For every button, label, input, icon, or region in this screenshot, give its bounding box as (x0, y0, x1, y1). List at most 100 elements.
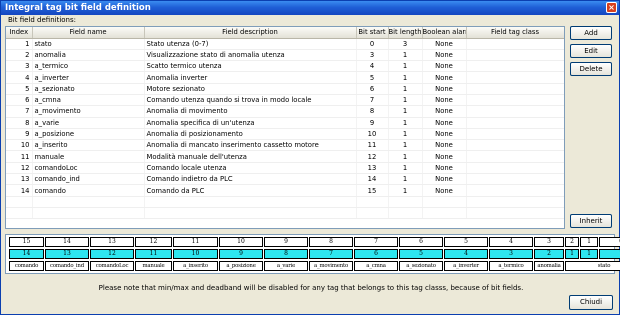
header-field-name[interactable]: Field name (32, 27, 145, 39)
bit-number-cell: 10 (219, 237, 263, 247)
row-field-tag-class (466, 60, 564, 73)
row-bit-length: 1 (388, 139, 423, 152)
bit-index-cell: 3 (489, 249, 533, 259)
row-index: 4 (6, 71, 33, 84)
bit-number-cell: 7 (354, 237, 398, 247)
close-button[interactable]: Chiudi (569, 295, 613, 310)
row-field-name: a_posizione (32, 128, 145, 141)
bit-layout-panel: 1514131211109876543210 14131211109876543… (5, 234, 620, 274)
header-index[interactable]: Index (6, 27, 33, 39)
header-bit-start[interactable]: Bit start (356, 27, 389, 39)
bit-index-cell: 5 (399, 249, 443, 259)
bit-number-cell: 1 (580, 237, 598, 247)
row-bit-length: 1 (388, 71, 423, 84)
bit-number-cell: 15 (9, 237, 44, 247)
bit-field-dialog: Integral tag bit field definition × Bit … (0, 0, 620, 315)
row-index: 3 (6, 60, 33, 73)
row-field-tag-class (466, 139, 564, 152)
row-bit-start: 8 (356, 105, 389, 118)
header-bit-length[interactable]: Bit length (388, 27, 423, 39)
row-bit-length: 1 (388, 184, 423, 197)
header-boolean-alarm[interactable]: Boolean alarm (422, 27, 467, 39)
row-boolean-alarm: None (422, 117, 467, 129)
row-index: 9 (6, 128, 33, 141)
row-index: 8 (6, 117, 33, 129)
table-row[interactable]: 13 comando_ind Comando indietro da PLC 14 1 N… (6, 173, 564, 186)
bit-index-cell: 12 (90, 249, 134, 259)
table-row[interactable]: 11 manuale Modalità manuale dell'utenza 12 1… (6, 150, 564, 163)
row-index: 14 (6, 184, 33, 197)
row-boolean-alarm: None (422, 162, 467, 175)
row-boolean-alarm: None (422, 105, 467, 118)
row-index: 12 (6, 162, 33, 175)
row-field-tag-class (466, 105, 564, 118)
row-boolean-alarm: None (422, 150, 467, 163)
close-icon[interactable]: × (606, 2, 617, 13)
row-field-description: Comando utenza quando si trova in modo l… (144, 94, 357, 107)
bit-index-cell: 14 (9, 249, 44, 259)
bit-name-cell: a_sezionato (399, 261, 443, 271)
table-row[interactable]: 7 a_movimento Anomalia di movimento 8 1 None (6, 105, 564, 118)
row-field-name: a_varie (32, 117, 145, 129)
delete-button[interactable]: Delete (570, 62, 612, 76)
row-bit-length: 1 (388, 150, 423, 163)
row-field-name: manuale (32, 150, 145, 163)
row-bit-start: 10 (356, 128, 389, 141)
bit-index-cell: 2 (534, 249, 564, 259)
row-boolean-alarm: None (422, 173, 467, 186)
table-row[interactable]: 8 a_varie Anomalia specifica di un'utenza 9… (6, 117, 564, 129)
bit-index-cell: 9 (219, 249, 263, 259)
table-row[interactable]: 4 a_inverter Anomalia inverter 5 1 None (6, 71, 564, 84)
table-row[interactable]: 1 stato Stato utenza (0-7) 0 3 None (6, 38, 564, 50)
table-row[interactable]: 9 a_posizione Anomalia di posizionamento 10… (6, 128, 564, 141)
table-row[interactable]: 14 comando Comando da PLC 15 1 None (6, 184, 564, 197)
bit-number-cell: 13 (90, 237, 134, 247)
row-bit-start: 7 (356, 94, 389, 107)
row-index: 2 (6, 49, 33, 62)
bit-name-cell: stato (565, 261, 620, 271)
add-button[interactable]: Add (570, 26, 612, 40)
table-row[interactable]: 12 comandoLoc Comando locale utenza 13 1 None (6, 162, 564, 175)
table-row[interactable]: 5 a_sezionato Motore sezionato 6 1 None (6, 83, 564, 95)
row-bit-length: 3 (388, 38, 423, 50)
bit-name-cell: comandoLoc (90, 261, 134, 271)
row-bit-length: 1 (388, 60, 423, 73)
edit-button[interactable]: Edit (570, 44, 612, 58)
table-header: Index Field name Field description Bit s… (6, 27, 564, 39)
bit-name-cell: anomalia (534, 261, 564, 271)
row-bit-length: 1 (388, 128, 423, 141)
row-field-description: Comando indietro da PLC (144, 173, 357, 186)
inherit-button[interactable]: Inherit (570, 214, 612, 228)
table-row[interactable]: 10 a_inserito Anomalia di mancato inserime… (6, 139, 564, 152)
row-index: 13 (6, 173, 33, 186)
bit-name-cell: a_inverter (444, 261, 488, 271)
bit-number-cell: 5 (444, 237, 488, 247)
bit-number-cell: 12 (135, 237, 172, 247)
row-field-name: a_sezionato (32, 83, 145, 95)
header-field-tag-class[interactable]: Field tag class (466, 27, 564, 39)
row-field-description: Anomalia di mancato inserimento cassetto… (144, 139, 357, 152)
window-title: Integral tag bit field definition (5, 3, 151, 13)
title-bar: Integral tag bit field definition × (1, 1, 619, 15)
header-field-description[interactable]: Field description (144, 27, 357, 39)
row-bit-start: 0 (356, 38, 389, 50)
row-boolean-alarm: None (422, 184, 467, 197)
bit-index-cell: 8 (264, 249, 308, 259)
row-field-tag-class (466, 38, 564, 50)
bit-name-cell: a_termico (489, 261, 533, 271)
row-field-description: Comando locale utenza (144, 162, 357, 175)
row-field-description: Anomalia specifica di un'utenza (144, 117, 357, 129)
table-row[interactable]: 2 anomalia Visualizzazione stato di anomal… (6, 49, 564, 62)
row-boolean-alarm: None (422, 38, 467, 50)
row-field-name: a_inverter (32, 71, 145, 84)
row-field-tag-class (466, 94, 564, 107)
row-field-description: Anomalia inverter (144, 71, 357, 84)
bit-name-cell: a_inserito (173, 261, 218, 271)
bit-name-cell: a_movimento (309, 261, 353, 271)
row-field-tag-class (466, 150, 564, 163)
bit-number-cell: 6 (399, 237, 443, 247)
row-boolean-alarm: None (422, 49, 467, 62)
bit-index-cell: 4 (444, 249, 488, 259)
table-row[interactable]: 6 a_cmna Comando utenza quando si trova in… (6, 94, 564, 107)
table-row[interactable]: 3 a_termico Scatto termico utenza 4 1 None (6, 60, 564, 73)
